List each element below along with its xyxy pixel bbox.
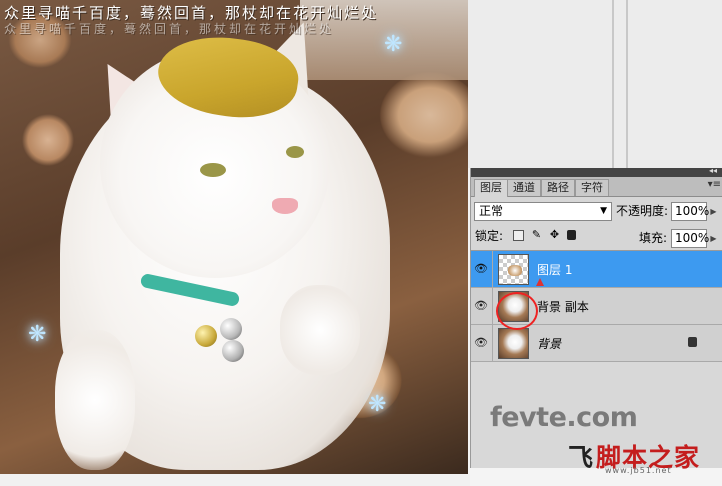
bell-silver [222,340,244,362]
opacity-label: 不透明度: [616,204,669,218]
lock-brush-icon[interactable]: ✎ [531,229,542,241]
fill-slider-arrow[interactable]: ▶ [709,229,718,248]
collapse-icon[interactable]: ◂◂ [709,166,717,175]
chevron-down-icon: ▼ [600,206,607,216]
opacity-slider-arrow[interactable]: ▶ [709,202,718,221]
layer-name: 背景 [537,337,562,351]
logo-url: www.jb51.net [605,466,672,475]
tab-channels[interactable]: 通道 [507,179,541,196]
layer-thumbnail [498,328,529,359]
thumbnail-content [508,265,522,276]
butterfly-icon: ❋ [368,392,387,417]
cat-nose [272,198,298,214]
eye-icon[interactable]: 👁 [474,299,488,313]
butterfly-icon: ❋ [384,32,403,57]
cat-eye-right [286,146,304,158]
window-edge [612,0,614,168]
divider [492,325,493,362]
layer-name: 图层 1 [537,263,573,277]
tab-layers[interactable]: 图层 [474,179,508,197]
highlight-circle [496,292,538,330]
lock-transparent-icon[interactable] [513,230,524,241]
layer-row[interactable]: 👁 图层 1 [471,251,722,288]
divider [492,251,493,288]
site-watermark: fevte.com [490,402,638,433]
blend-mode-select[interactable]: 正常 ▼ [474,202,612,221]
logo-mark: 飞 [568,443,595,472]
lock-label: 锁定: [475,229,504,243]
lock-all-icon[interactable] [567,230,576,240]
cat-eye-left [200,163,226,177]
eye-icon[interactable]: 👁 [474,336,488,350]
opacity-input[interactable]: 100% [671,202,709,221]
image-caption: 众里寻喵千百度，蓦然回首，那杖却在花开灿烂处 [4,4,379,22]
butterfly-icon: ❋ [28,322,47,347]
fill-input[interactable]: 100% [671,229,709,248]
red-arrow-icon [536,278,544,286]
panel-tabs: 图层 通道 路径 字符 ▾≡ [471,177,722,197]
blend-mode-value: 正常 [479,204,504,218]
canvas-bottom-strip [0,474,470,486]
photo-canvas: ❋ ❋ ❋ 众里寻喵千百度，蓦然回首，那杖却在花开灿烂处 众里寻喵千百度，蓦然回… [0,0,468,474]
layer-row[interactable]: 👁 背景 [471,325,722,362]
tab-character[interactable]: 字符 [575,179,609,196]
eye-icon[interactable]: 👁 [474,262,488,276]
lock-icon [688,337,697,347]
tab-paths[interactable]: 路径 [541,179,575,196]
cat-paw-right [280,285,360,375]
fill-label: 填充: [639,231,668,245]
panel-titlebar[interactable]: ◂◂ [471,166,722,177]
window-edge [626,0,628,168]
lock-move-icon[interactable]: ✥ [549,229,560,241]
workspace-background [468,0,722,168]
bell-silver [220,318,242,340]
bell-gold [195,325,217,347]
layer-name: 背景 副本 [537,300,589,314]
panel-menu-icon[interactable]: ▾≡ [708,179,721,190]
divider [492,288,493,325]
layer-thumbnail [498,254,529,285]
cat-paw-left [55,330,135,470]
